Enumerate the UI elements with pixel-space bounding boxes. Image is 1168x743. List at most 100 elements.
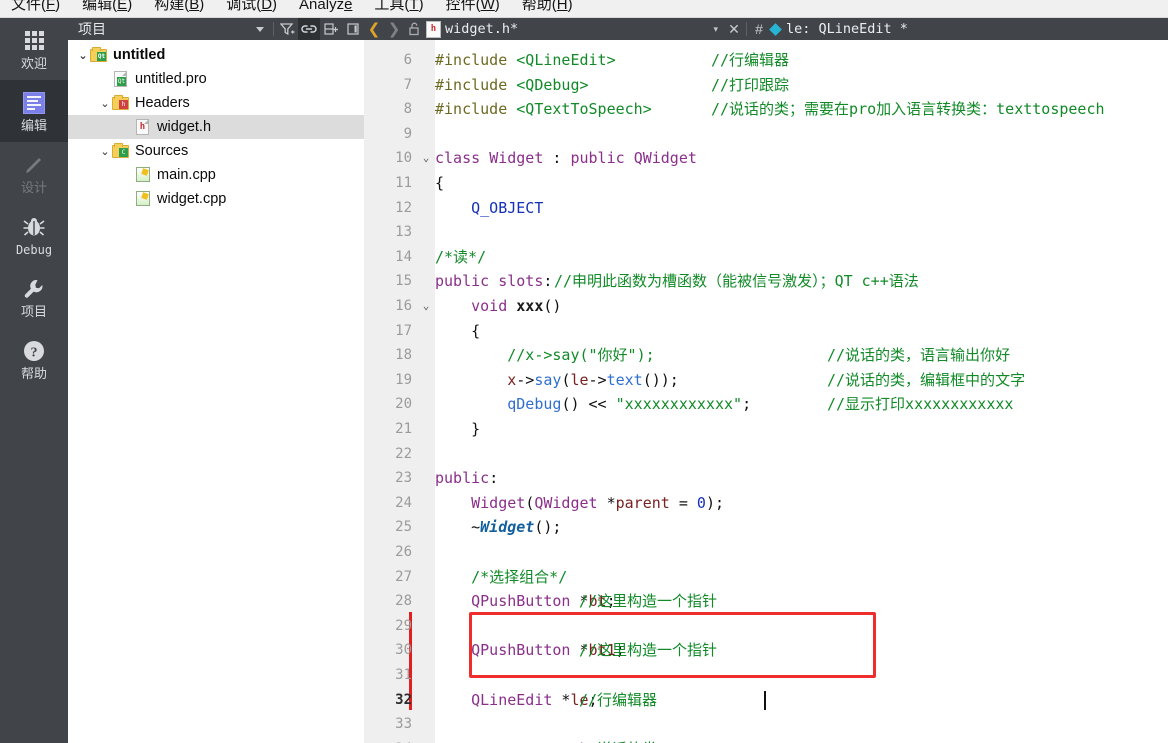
code-line-22[interactable]: 22	[364, 442, 1168, 467]
inline-comment: //这里构造一个指针	[579, 592, 718, 611]
menu-item-0[interactable]: 文件(F)	[0, 0, 71, 15]
tree-indent-spacer: ·	[120, 169, 134, 181]
tree-item-untitled[interactable]: ⌄ Qt untitled	[68, 43, 364, 67]
question-circle-icon: ?	[22, 338, 46, 364]
sidebar-item-help[interactable]: ? 帮助	[0, 328, 68, 390]
current-symbol-label: le: QLineEdit *	[786, 21, 908, 37]
link-with-editor-icon[interactable]	[298, 18, 320, 40]
fold-chevron-icon[interactable]: ⌄	[420, 146, 432, 171]
code-line-8[interactable]: 8 #include <QTextToSpeech> //说话的类；需要在pro加入…	[364, 97, 1168, 122]
code-line-11[interactable]: 11 {	[364, 171, 1168, 196]
line-number: 14	[395, 248, 412, 265]
line-number: 20	[395, 396, 412, 413]
header-file-icon: h	[134, 119, 152, 135]
tree-item-untitled-pro[interactable]: ·Qt untitled.pro	[68, 67, 364, 91]
code-text: public:	[435, 469, 499, 488]
text-cursor	[764, 690, 766, 710]
project-panel-header: 项目	[68, 18, 364, 40]
code-line-13[interactable]: 13	[364, 220, 1168, 245]
code-line-16[interactable]: 16 ⌄ void xxx()	[364, 294, 1168, 319]
code-line-29[interactable]: 29	[364, 614, 1168, 639]
code-line-28[interactable]: 28 QPushButton *bt;//这里构造一个指针	[364, 589, 1168, 614]
project-panel-title: 项目	[78, 21, 106, 37]
sidebar-item-projects[interactable]: 项目	[0, 266, 68, 328]
code-line-21[interactable]: 21 }	[364, 417, 1168, 442]
sidebar-item-edit[interactable]: 编辑	[0, 80, 68, 142]
menu-item-2[interactable]: 构建(B)	[143, 0, 215, 15]
code-line-17[interactable]: 17 {	[364, 319, 1168, 344]
code-editor[interactable]: 6 #include <QLineEdit> //行编辑器 7 #include <QD…	[364, 40, 1168, 743]
tree-item-sources[interactable]: ⌄ C Sources	[68, 139, 364, 163]
tree-item-label: main.cpp	[157, 167, 216, 183]
menu-item-1[interactable]: 编辑(E)	[71, 0, 143, 15]
code-text: Q_OBJECT	[471, 198, 544, 217]
sidebar-item-label: 编辑	[20, 117, 47, 133]
headers-folder-icon: h	[112, 95, 130, 111]
grid-icon	[24, 28, 44, 54]
code-line-7[interactable]: 7 #include <QDebug> //打印跟踪	[364, 73, 1168, 98]
close-panel-icon[interactable]	[342, 18, 364, 40]
code-line-23[interactable]: 23 public:	[364, 466, 1168, 491]
code-text: x->say(le->text());	[507, 370, 679, 389]
code-line-32[interactable]: 32 QLineEdit *le;//行编辑器	[364, 688, 1168, 713]
sidebar-item-debug[interactable]: Debug	[0, 204, 68, 266]
mode-sidebar: 欢迎 编辑 设计 Debug 项目 ? 帮助	[0, 18, 68, 743]
code-line-30[interactable]: 30 QPushButton *bt1;//这里构造一个指针	[364, 638, 1168, 663]
code-line-20[interactable]: 20 qDebug() << "xxxxxxxxxxxx"; //显示打印xxxx…	[364, 392, 1168, 417]
code-line-6[interactable]: 6 #include <QLineEdit> //行编辑器	[364, 48, 1168, 73]
project-panel: 项目 ⌄ Qt untitled Qt untitled.pro ⌄ h Hea…	[68, 18, 364, 743]
code-line-25[interactable]: 25 ~Widget();	[364, 515, 1168, 540]
code-line-10[interactable]: 10 ⌄ class Widget : public QWidget	[364, 146, 1168, 171]
tree-item-widget-cpp[interactable]: · widget.cpp	[68, 187, 364, 211]
tree-item-widget-h[interactable]: ·h widget.h	[68, 115, 364, 139]
line-number: 28	[395, 593, 412, 610]
navigate-back-icon[interactable]: ❮	[364, 18, 384, 40]
line-number: 32	[395, 691, 412, 708]
code-line-14[interactable]: 14 /*读*/	[364, 245, 1168, 270]
header-file-icon: h	[426, 20, 441, 38]
split-add-icon[interactable]	[320, 18, 342, 40]
sidebar-item-welcome[interactable]: 欢迎	[0, 18, 68, 80]
tree-item-headers[interactable]: ⌄ h Headers	[68, 91, 364, 115]
code-line-19[interactable]: 19 x->say(le->text()); //说话的类，编辑框中的文字	[364, 368, 1168, 393]
menu-item-6[interactable]: 控件(W)	[435, 0, 511, 15]
chevron-down-icon[interactable]: ⌄	[76, 49, 90, 62]
inline-comment: //申明此函数为槽函数（能被信号激发）；QT c++语法	[554, 272, 919, 291]
tree-item-main-cpp[interactable]: · main.cpp	[68, 163, 364, 187]
navigate-forward-icon[interactable]: ❯	[384, 18, 404, 40]
code-line-15[interactable]: 15 public slots://申明此函数为槽函数（能被信号激发）；QT c+…	[364, 269, 1168, 294]
code-line-27[interactable]: 27 /*选择组合*/	[364, 565, 1168, 590]
chevron-down-icon[interactable]: ⌄	[98, 97, 112, 110]
code-line-18[interactable]: 18 //x->say("你好"); //说话的类，语言输出你好	[364, 343, 1168, 368]
menu-item-5[interactable]: 工具(T)	[363, 0, 434, 15]
code-line-12[interactable]: 12 Q_OBJECT	[364, 196, 1168, 221]
tabbar-divider	[746, 22, 747, 36]
inline-comment: //行编辑器	[711, 51, 790, 69]
tree-item-label: widget.cpp	[157, 191, 227, 207]
menu-item-3[interactable]: 调试(D)	[215, 0, 288, 15]
code-line-9[interactable]: 9	[364, 122, 1168, 147]
hash-icon[interactable]: #	[749, 18, 769, 40]
code-line-33[interactable]: 33	[364, 712, 1168, 737]
chevron-down-icon[interactable]: ⌄	[98, 145, 112, 158]
filter-icon[interactable]	[276, 18, 298, 40]
menu-item-7[interactable]: 帮助(H)	[511, 0, 584, 15]
qt-project-folder-icon: Qt	[90, 47, 108, 63]
editor-tab-bar: ❮ ❯ h widget.h* ▾ ✕ # le: QLineEdit *	[364, 18, 1168, 40]
chevron-down-icon[interactable]: ▾	[713, 24, 724, 35]
menu-item-4[interactable]: Analyze	[288, 0, 363, 15]
symbol-diamond-icon	[769, 22, 782, 36]
fold-chevron-icon[interactable]: ⌄	[420, 294, 432, 319]
line-number: 22	[395, 445, 412, 462]
lock-icon[interactable]	[404, 18, 424, 40]
code-line-31[interactable]: 31	[364, 663, 1168, 688]
code-line-24[interactable]: 24 Widget(QWidget *parent = 0);	[364, 491, 1168, 516]
project-file-tree[interactable]: ⌄Qtuntitled·Qtuntitled.pro⌄hHeaders·hwid…	[68, 40, 364, 743]
close-icon[interactable]: ✕	[724, 18, 744, 40]
code-line-34[interactable]: 34 QTextToSpeech *x;//说话的类	[364, 737, 1168, 743]
filter-dropdown-arrow-icon[interactable]	[249, 18, 271, 40]
editor-tab-widget-h[interactable]: h widget.h* ▾	[424, 20, 724, 38]
qt-pro-file-icon: Qt	[112, 71, 130, 87]
code-line-26[interactable]: 26	[364, 540, 1168, 565]
line-number: 11	[395, 175, 412, 191]
